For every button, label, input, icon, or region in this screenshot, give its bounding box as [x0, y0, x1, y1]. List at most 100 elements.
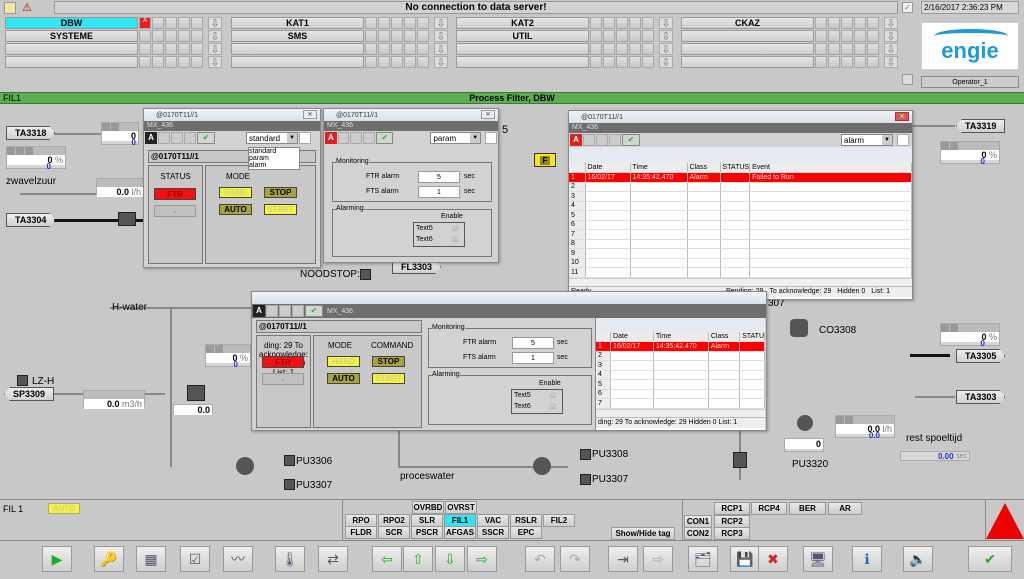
expand-down-icon[interactable]: ⇩ — [884, 56, 898, 69]
column-header[interactable]: Time — [653, 332, 709, 342]
view-select[interactable]: standard ▼ — [246, 132, 298, 144]
close-windows-button[interactable]: ✖ — [758, 546, 788, 572]
column-header[interactable]: STATUS — [720, 163, 751, 173]
arrow-down-button[interactable]: ⇩ — [435, 546, 465, 572]
undo-button[interactable]: ↶ — [525, 546, 555, 572]
table-row[interactable]: 11 — [569, 267, 912, 278]
stop-button[interactable]: STOP — [372, 356, 405, 367]
gauge-ta3318[interactable]: 00 — [101, 122, 139, 147]
column-header[interactable]: Class — [708, 332, 741, 342]
nav-pscr[interactable]: PSCR — [411, 526, 443, 539]
fts-alarm-input[interactable]: 1 — [512, 352, 554, 364]
nav-button[interactable] — [5, 43, 138, 55]
table-row[interactable]: 3 — [596, 360, 765, 371]
nav-button[interactable] — [456, 56, 589, 68]
window-titlebar[interactable]: @0170T11//1 ✕ — [144, 109, 320, 121]
valve-icon[interactable] — [118, 212, 136, 226]
column-header[interactable]: Date — [585, 163, 631, 173]
gauge-pu3320-flow[interactable]: 0.0 l/h 0.0 — [835, 415, 895, 440]
nav-button-dbw[interactable]: DBW — [5, 17, 138, 29]
save-windows-button[interactable]: 💾 — [730, 546, 760, 572]
nav-button-kat1[interactable]: KAT1 — [231, 17, 364, 29]
show-hide-tag-button[interactable]: Show/Hide tag — [611, 527, 675, 540]
expand-down-icon[interactable]: ⇩ — [659, 56, 673, 69]
thermometer-button[interactable]: 🌡 — [275, 546, 305, 572]
table-row[interactable]: 5 — [569, 210, 912, 221]
column-header[interactable] — [569, 163, 586, 173]
nav-ovrbd[interactable]: OVRBD — [412, 501, 444, 514]
hand-button[interactable]: HAND — [219, 187, 252, 198]
info-button[interactable]: ℹ — [852, 546, 882, 572]
table-row[interactable]: 9 — [569, 248, 912, 259]
resize-icon[interactable] — [299, 132, 311, 144]
view-select[interactable]: param ▼ — [430, 132, 482, 144]
nav-button[interactable] — [231, 56, 364, 68]
text5-checkbox[interactable]: ☑ — [550, 392, 556, 400]
pu3306-switch-icon[interactable] — [284, 455, 295, 466]
arrow-right-button[interactable]: ⇨ — [467, 546, 497, 572]
open-windows-button[interactable]: 🗂 — [688, 546, 718, 572]
start-button[interactable]: START — [372, 373, 405, 384]
monitor-view-button[interactable]: 🖥 — [803, 546, 833, 572]
gauge-ta3319[interactable]: 0 % 0 — [940, 141, 1000, 166]
table-row[interactable]: 2 — [569, 182, 912, 192]
enter-screen-button[interactable]: ⇥ — [608, 546, 638, 572]
table-row[interactable]: 4 — [569, 201, 912, 211]
nav-button-kat2[interactable]: KAT2 — [456, 17, 589, 29]
nav-fldr[interactable]: FLDR — [345, 526, 377, 539]
view-select[interactable]: alarm ▼ — [841, 134, 893, 146]
expand-down-icon[interactable]: ⇩ — [208, 56, 222, 69]
expand-down-icon[interactable]: ⇩ — [659, 43, 673, 56]
new-table-button[interactable]: ▦ — [136, 546, 166, 572]
close-icon[interactable]: ✕ — [895, 112, 909, 121]
nav-button[interactable] — [681, 56, 814, 68]
stop-button[interactable]: STOP — [264, 187, 297, 198]
hand-button[interactable]: HAND — [327, 356, 360, 367]
table-row[interactable]: 5 — [596, 379, 765, 390]
start-button[interactable]: START — [264, 204, 297, 215]
pump-icon[interactable] — [533, 457, 551, 475]
expand-down-icon[interactable]: ⇩ — [208, 17, 222, 30]
expand-down-icon[interactable]: ⇩ — [208, 43, 222, 56]
table-row[interactable]: 3 — [569, 191, 912, 202]
gauge-ta3305[interactable]: 0 % 0 — [940, 323, 1000, 348]
expand-down-icon[interactable]: ⇩ — [208, 30, 222, 43]
resize-icon[interactable] — [897, 134, 909, 146]
tag-sp3309[interactable]: SP3309 — [4, 387, 55, 401]
f-badge[interactable]: F — [534, 153, 556, 167]
key-button[interactable]: 🔑 — [94, 546, 124, 572]
column-header[interactable]: Event — [749, 163, 912, 173]
nav-button[interactable] — [231, 43, 364, 55]
nav-ar[interactable]: AR — [828, 502, 862, 515]
table-row[interactable]: 7 — [596, 398, 765, 409]
auto-button[interactable]: AUTO — [327, 373, 360, 384]
warning-icon[interactable]: ⚠ — [22, 2, 34, 14]
nav-sscr[interactable]: SSCR — [477, 526, 509, 539]
table-row[interactable]: 6 — [569, 220, 912, 230]
expand-down-icon[interactable]: ⇩ — [434, 43, 448, 56]
table-row[interactable]: 10 — [569, 258, 912, 268]
nav-button[interactable] — [681, 43, 814, 55]
gauge-left-1[interactable]: 0 % 0 — [6, 146, 66, 171]
nav-button-util[interactable]: UTIL — [456, 30, 589, 42]
nav-fil2[interactable]: FIL2 — [543, 514, 575, 527]
resize-icon[interactable] — [485, 132, 497, 144]
new-doc-icon[interactable] — [4, 2, 16, 14]
option-param[interactable]: param — [249, 155, 299, 162]
pump-icon[interactable] — [236, 457, 254, 475]
expand-down-icon[interactable]: ⇩ — [884, 17, 898, 30]
gauge-mid-left[interactable]: 0 % 0 — [205, 344, 251, 369]
horizontal-scrollbar[interactable] — [596, 408, 765, 417]
expand-down-icon[interactable]: ⇩ — [434, 30, 448, 43]
nav-button[interactable] — [681, 30, 814, 42]
exit-screen-button[interactable]: ⇨ — [643, 546, 673, 572]
checklist-button[interactable]: ☑ — [180, 546, 210, 572]
window-titlebar[interactable]: @0170T11//1 ✕ — [324, 109, 498, 121]
expand-down-icon[interactable]: ⇩ — [434, 56, 448, 69]
trend-button[interactable]: 〰 — [223, 546, 253, 572]
gauge-sp3309-flow[interactable]: 0.0 m3/h — [83, 390, 145, 409]
expand-down-icon[interactable]: ⇩ — [884, 30, 898, 43]
column-header[interactable] — [596, 332, 612, 342]
table-row[interactable]: 7 — [569, 229, 912, 240]
nav-button-systeme[interactable]: SYSTEME — [5, 30, 138, 42]
